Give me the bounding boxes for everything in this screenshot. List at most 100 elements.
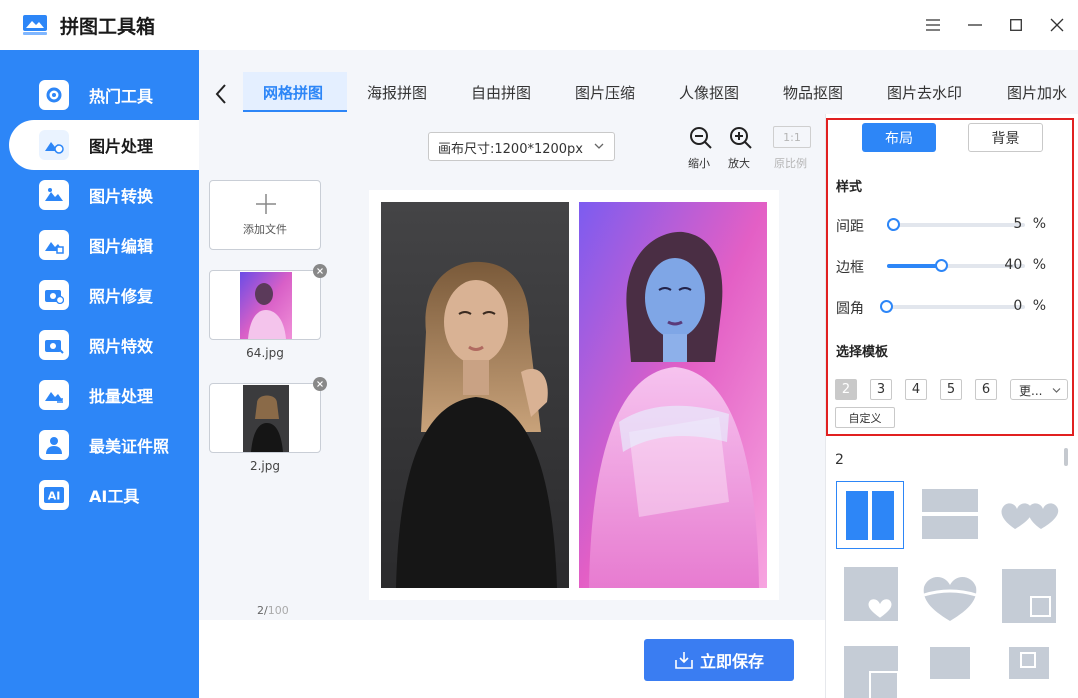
collage-photo-right[interactable] <box>579 202 767 588</box>
sidebar-item-image-edit[interactable]: 图片编辑 <box>9 220 199 270</box>
save-button[interactable]: 立即保存 <box>644 639 794 681</box>
close-icon[interactable] <box>1046 14 1068 36</box>
plus-icon <box>256 194 276 214</box>
template-4-button[interactable]: 4 <box>905 379 927 400</box>
zoom-in-icon[interactable] <box>727 124 755 152</box>
batch-icon <box>39 380 69 410</box>
sidebar-item-label: 照片修复 <box>89 287 154 306</box>
sidebar-item-image-process[interactable]: 图片处理 <box>9 120 199 170</box>
layout-group-label: 2 <box>835 452 844 468</box>
add-file-label: 添加文件 <box>243 223 287 236</box>
sidebar-item-label: 最美证件照 <box>89 437 170 456</box>
layout-square-inset[interactable] <box>995 563 1063 631</box>
border-value-number: 40 <box>1004 257 1023 273</box>
file-count: 2/100 <box>257 604 289 617</box>
sidebar-item-label: 图片转换 <box>89 187 154 206</box>
layout-two-columns[interactable] <box>836 481 904 549</box>
sidebar: 热门工具 图片处理 图片转换 图片编辑 照片修复 照片特效 批量处理 最美证件照… <box>0 50 199 698</box>
sidebar-item-id-photo[interactable]: 最美证件照 <box>9 420 199 470</box>
image-convert-icon <box>39 180 69 210</box>
thumbnail-image <box>240 272 292 339</box>
layout-tab-button[interactable]: 布局 <box>862 123 936 152</box>
layout-single-square[interactable] <box>916 642 984 698</box>
corner-slider-handle[interactable] <box>880 300 893 313</box>
template-6-button[interactable]: 6 <box>975 379 997 400</box>
canvas-size-select[interactable]: 画布尺寸:1200*1200px <box>428 132 615 161</box>
template-3-button[interactable]: 3 <box>870 379 892 400</box>
chevron-down-icon <box>594 143 604 149</box>
border-label: 边框 <box>836 260 864 276</box>
collage-photo-left[interactable] <box>381 202 569 588</box>
background-tab-button[interactable]: 背景 <box>968 123 1043 152</box>
zoom-out-label: 缩小 <box>688 157 710 170</box>
save-button-label: 立即保存 <box>699 652 764 671</box>
file-count-current: 2/ <box>257 604 268 617</box>
sidebar-item-image-convert[interactable]: 图片转换 <box>9 170 199 220</box>
border-slider-handle[interactable] <box>935 259 948 272</box>
sidebar-item-batch[interactable]: 批量处理 <box>9 370 199 420</box>
image-process-icon <box>39 130 69 160</box>
custom-template-button[interactable]: 自定义 <box>835 407 895 428</box>
spacing-slider-handle[interactable] <box>887 218 900 231</box>
id-photo-icon <box>39 430 69 460</box>
panel-scrollbar[interactable] <box>1064 448 1068 466</box>
template-section-title: 选择模板 <box>836 345 889 360</box>
more-templates-select[interactable]: 更... <box>1010 379 1068 400</box>
add-file-button[interactable]: 添加文件 <box>209 180 321 250</box>
border-slider-fill <box>887 264 942 268</box>
original-ratio-label: 原比例 <box>774 157 807 170</box>
layout-heart-inset[interactable] <box>840 563 908 631</box>
zoom-in-label: 放大 <box>728 157 750 170</box>
app-title: 拼图工具箱 <box>60 16 156 38</box>
original-ratio-button[interactable]: 1:1 <box>773 126 811 148</box>
chevron-down-icon <box>1052 388 1061 393</box>
layout-corner-inset[interactable] <box>840 642 908 698</box>
camera-repair-icon <box>39 280 69 310</box>
zoom-out-icon[interactable] <box>687 124 715 152</box>
layout-center-inset[interactable] <box>995 642 1063 698</box>
sidebar-item-hot-tools[interactable]: 热门工具 <box>9 70 199 120</box>
download-icon <box>675 652 693 669</box>
more-templates-label: 更... <box>1019 384 1043 398</box>
remove-file-icon[interactable] <box>313 264 327 278</box>
template-2-button[interactable]: 2 <box>835 379 857 400</box>
menu-icon[interactable] <box>922 14 944 36</box>
title-bar: 拼图工具箱 <box>0 0 1078 50</box>
border-value: 40 % <box>996 257 1046 273</box>
file-name: 2.jpg <box>249 459 281 473</box>
file-count-total: 100 <box>267 604 289 617</box>
svg-text:AI: AI <box>48 490 61 503</box>
spacing-value: 5 % <box>996 216 1046 232</box>
style-section-title: 样式 <box>836 180 863 195</box>
ai-icon: AI <box>39 480 69 510</box>
corner-label: 圆角 <box>836 301 864 317</box>
back-arrow-icon[interactable] <box>213 82 229 106</box>
collage-canvas[interactable] <box>369 190 779 600</box>
minimize-icon[interactable] <box>964 14 986 36</box>
sidebar-item-label: AI工具 <box>89 487 140 506</box>
camera-effect-icon <box>39 330 69 360</box>
border-value-unit: % <box>1032 257 1046 273</box>
corner-value-number: 0 <box>1013 298 1023 314</box>
file-thumbnail[interactable] <box>209 270 321 340</box>
sidebar-item-ai-tools[interactable]: AI AI工具 <box>9 470 199 520</box>
spacing-value-number: 5 <box>1013 216 1023 232</box>
layout-heart-split[interactable] <box>916 563 984 631</box>
sidebar-item-photo-effect[interactable]: 照片特效 <box>9 320 199 370</box>
sidebar-item-label: 批量处理 <box>89 387 154 406</box>
corner-value-unit: % <box>1032 298 1046 314</box>
layout-two-rows[interactable] <box>916 481 984 549</box>
spacing-value-unit: % <box>1032 216 1046 232</box>
sidebar-item-label: 热门工具 <box>89 87 154 106</box>
maximize-icon[interactable] <box>1005 14 1027 36</box>
sidebar-item-label: 图片编辑 <box>89 237 154 256</box>
image-edit-icon <box>39 230 69 260</box>
file-thumbnail[interactable] <box>209 383 321 453</box>
thumbnail-image <box>243 385 289 452</box>
layout-two-hearts[interactable] <box>995 481 1063 549</box>
sidebar-item-photo-repair[interactable]: 照片修复 <box>9 270 199 320</box>
app-logo-icon <box>23 15 47 35</box>
template-5-button[interactable]: 5 <box>940 379 962 400</box>
file-name: 64.jpg <box>246 346 284 360</box>
remove-file-icon[interactable] <box>313 377 327 391</box>
